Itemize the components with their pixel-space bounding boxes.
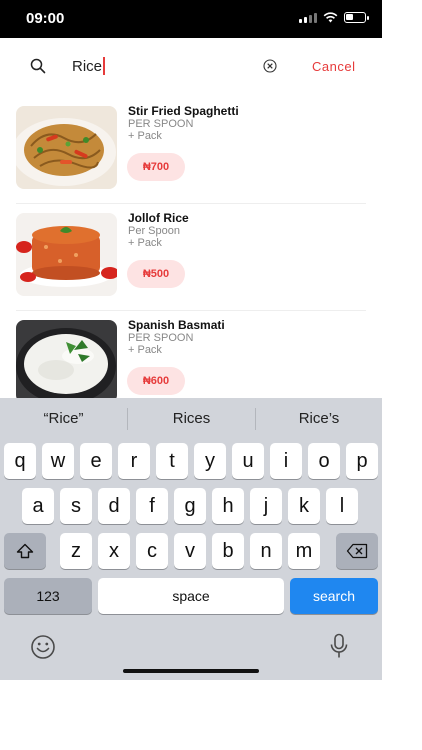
signal-icon: [299, 12, 317, 23]
status-bar: 09:00: [0, 0, 382, 38]
search-icon[interactable]: [30, 58, 46, 74]
space-key[interactable]: space: [98, 578, 284, 614]
item-pack: + Pack: [128, 237, 162, 249]
key-g[interactable]: g: [174, 488, 206, 524]
price-button[interactable]: ₦600: [127, 367, 185, 395]
list-item[interactable]: Jollof Rice Per Spoon + Pack ₦500: [0, 203, 382, 310]
item-unit: Per Spoon: [128, 225, 180, 237]
item-unit: PER SPOON: [128, 118, 194, 130]
key-m[interactable]: m: [288, 533, 320, 569]
key-w[interactable]: w: [42, 443, 74, 479]
key-t[interactable]: t: [156, 443, 188, 479]
price-button[interactable]: ₦700: [127, 153, 185, 181]
item-name: Stir Fried Spaghetti: [128, 104, 239, 118]
key-x[interactable]: x: [98, 533, 130, 569]
key-b[interactable]: b: [212, 533, 244, 569]
key-j[interactable]: j: [250, 488, 282, 524]
item-name: Jollof Rice: [128, 211, 189, 225]
home-indicator: [123, 669, 259, 673]
key-n[interactable]: n: [250, 533, 282, 569]
backspace-icon: [346, 543, 368, 559]
item-name: Spanish Basmati: [128, 318, 225, 332]
key-a[interactable]: a: [22, 488, 54, 524]
search-bar: Rice Cancel: [0, 38, 382, 96]
jollof-rice-image: [16, 213, 117, 296]
key-l[interactable]: l: [326, 488, 358, 524]
shift-icon: [16, 543, 34, 559]
suggestion-3[interactable]: Rice’s: [256, 410, 382, 427]
item-pack: + Pack: [128, 344, 162, 356]
search-query: Rice: [72, 57, 103, 75]
emoji-icon[interactable]: [30, 634, 56, 660]
key-c[interactable]: c: [136, 533, 168, 569]
list-item[interactable]: Stir Fried Spaghetti PER SPOON + Pack ₦7…: [0, 96, 382, 203]
search-key[interactable]: search: [290, 578, 378, 614]
shift-key[interactable]: [4, 533, 46, 569]
wifi-icon: [323, 12, 338, 23]
numbers-key[interactable]: 123: [4, 578, 92, 614]
phone-screen: 09:00 Rice Cancel Stir Fried Spaghetti P…: [0, 0, 382, 680]
key-z[interactable]: z: [60, 533, 92, 569]
key-r[interactable]: r: [118, 443, 150, 479]
status-time: 09:00: [26, 10, 65, 27]
suggestion-1[interactable]: “Rice”: [0, 410, 127, 427]
key-o[interactable]: o: [308, 443, 340, 479]
backspace-key[interactable]: [336, 533, 378, 569]
item-unit: PER SPOON: [128, 332, 194, 344]
battery-icon: [344, 12, 369, 23]
key-p[interactable]: p: [346, 443, 378, 479]
microphone-icon[interactable]: [329, 633, 349, 659]
keyboard: “Rice” Rices Rice’s q w e r t y u i o p …: [0, 398, 382, 680]
basmati-rice-image: [16, 320, 117, 403]
key-h[interactable]: h: [212, 488, 244, 524]
suggestion-bar: “Rice” Rices Rice’s: [0, 398, 382, 440]
item-pack: + Pack: [128, 130, 162, 142]
key-u[interactable]: u: [232, 443, 264, 479]
status-icons: [299, 12, 369, 23]
key-s[interactable]: s: [60, 488, 92, 524]
suggestion-2[interactable]: Rices: [128, 410, 255, 427]
key-q[interactable]: q: [4, 443, 36, 479]
key-y[interactable]: y: [194, 443, 226, 479]
key-i[interactable]: i: [270, 443, 302, 479]
key-e[interactable]: e: [80, 443, 112, 479]
spaghetti-image: [16, 106, 117, 189]
price-button[interactable]: ₦500: [127, 260, 185, 288]
clear-search-icon[interactable]: [263, 59, 277, 73]
text-caret: [103, 57, 106, 75]
cancel-button[interactable]: Cancel: [312, 59, 355, 74]
key-v[interactable]: v: [174, 533, 206, 569]
results-list: Stir Fried Spaghetti PER SPOON + Pack ₦7…: [0, 96, 382, 417]
key-k[interactable]: k: [288, 488, 320, 524]
key-f[interactable]: f: [136, 488, 168, 524]
key-d[interactable]: d: [98, 488, 130, 524]
search-input[interactable]: Rice: [72, 57, 106, 75]
